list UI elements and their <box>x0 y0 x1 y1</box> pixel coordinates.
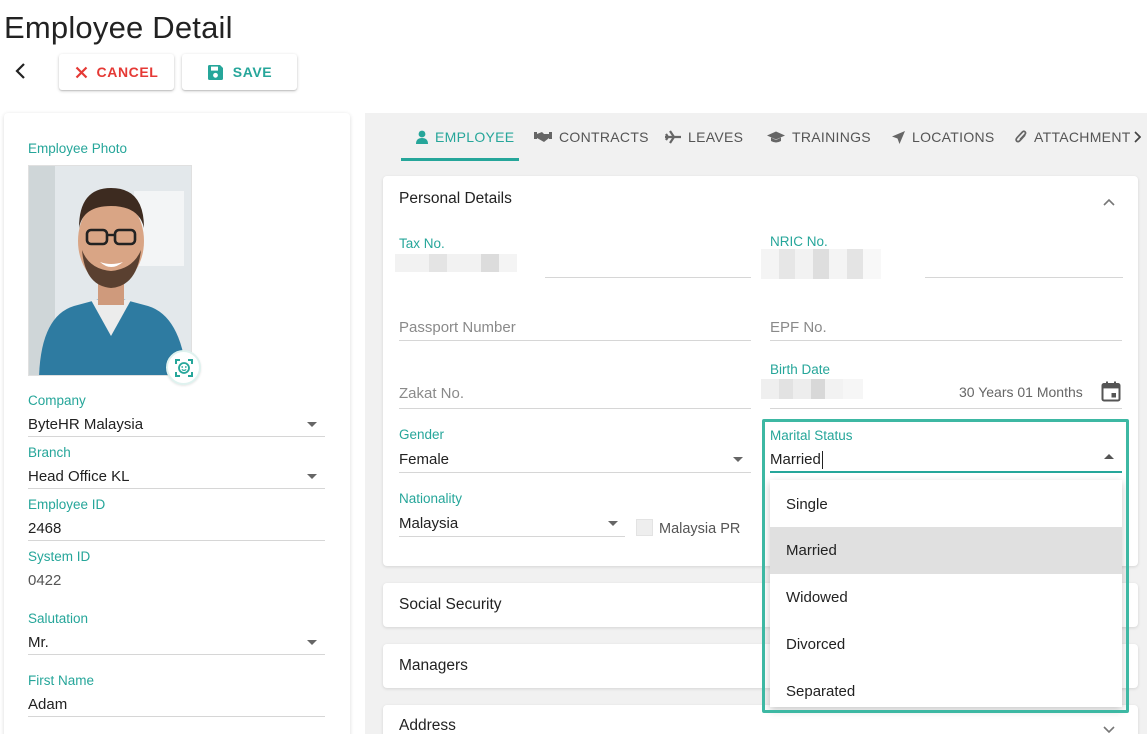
cancel-label: CANCEL <box>96 64 159 80</box>
personal-details-title: Personal Details <box>399 190 512 207</box>
passport-number-field[interactable]: Passport Number <box>399 319 516 336</box>
tab-leaves[interactable]: LEAVES <box>665 113 743 161</box>
company-label: Company <box>28 393 86 408</box>
gender-select[interactable]: Female <box>399 451 449 468</box>
managers-title: Managers <box>399 657 468 674</box>
nric-no-redacted <box>761 249 881 279</box>
tab-trainings[interactable]: TRAININGS <box>767 113 871 161</box>
age-display: 30 Years 01 Months <box>959 384 1083 400</box>
branch-select[interactable]: Head Office KL <box>28 468 129 485</box>
first-name-label: First Name <box>28 673 95 688</box>
location-arrow-icon <box>892 130 905 144</box>
nric-no-label: NRIC No. <box>770 234 828 249</box>
calendar-icon <box>1101 381 1121 402</box>
save-label: SAVE <box>232 64 273 80</box>
collapse-button[interactable] <box>1102 194 1116 212</box>
birth-date-label: Birth Date <box>770 362 831 377</box>
chevron-down-icon <box>307 422 317 427</box>
nationality-label: Nationality <box>399 491 463 506</box>
tax-no-redacted <box>395 254 517 272</box>
back-button[interactable] <box>8 58 34 84</box>
employee-id-label: Employee ID <box>28 497 106 512</box>
active-tab-indicator <box>401 158 519 161</box>
expand-button[interactable] <box>1102 722 1116 734</box>
person-icon <box>416 130 428 144</box>
employee-photo <box>28 165 192 376</box>
malaysia-pr-label: Malaysia PR <box>659 521 741 537</box>
paperclip-icon <box>1015 130 1027 144</box>
gender-label: Gender <box>399 427 445 442</box>
address-title: Address <box>399 717 456 734</box>
chevron-right-icon <box>1134 131 1141 143</box>
zakat-no-field[interactable]: Zakat No. <box>399 385 464 402</box>
branch-label: Branch <box>28 445 71 460</box>
tax-no-label: Tax No. <box>399 236 445 251</box>
marital-status-highlight <box>762 419 1129 713</box>
page-title: Employee Detail <box>4 10 233 45</box>
nationality-select[interactable]: Malaysia <box>399 515 458 532</box>
chevron-down-icon <box>608 521 618 526</box>
employee-photo-label: Employee Photo <box>28 141 128 156</box>
nric-no-field[interactable] <box>925 277 1123 278</box>
close-icon <box>75 66 88 79</box>
employee-summary-card: Employee Photo Company ByteHR Malaysia B… <box>4 113 350 734</box>
tab-contracts[interactable]: CONTRACTS <box>534 113 649 161</box>
tax-no-field[interactable] <box>545 277 751 278</box>
company-select[interactable]: ByteHR Malaysia <box>28 416 143 433</box>
tabs-scroll-right[interactable] <box>1133 113 1147 161</box>
face-scan-button[interactable] <box>166 350 201 385</box>
chevron-up-icon <box>1103 198 1115 206</box>
salutation-select[interactable]: Mr. <box>28 634 49 651</box>
epf-no-field[interactable]: EPF No. <box>770 319 827 336</box>
tab-employee[interactable]: EMPLOYEE <box>416 113 514 161</box>
chevron-down-icon <box>733 457 743 462</box>
handshake-icon <box>534 131 552 143</box>
tab-locations[interactable]: LOCATIONS <box>892 113 995 161</box>
malaysia-pr-checkbox[interactable] <box>636 519 653 536</box>
face-scan-icon <box>174 358 193 377</box>
first-name-field[interactable]: Adam <box>28 696 67 713</box>
chevron-down-icon <box>307 640 317 645</box>
employee-id-field[interactable]: 2468 <box>28 520 61 537</box>
graduation-cap-icon <box>767 131 785 144</box>
chevron-left-icon <box>15 63 25 79</box>
chevron-down-icon <box>1103 726 1115 734</box>
chevron-down-icon <box>307 474 317 479</box>
birth-date-redacted <box>761 379 863 399</box>
system-id-value: 0422 <box>28 572 62 589</box>
floppy-disk-icon <box>207 64 224 81</box>
tab-attachment[interactable]: ATTACHMENT <box>1015 113 1131 161</box>
cancel-button[interactable]: CANCEL <box>59 54 174 90</box>
calendar-button[interactable] <box>1101 381 1121 407</box>
system-id-label: System ID <box>28 549 91 564</box>
plane-icon <box>665 130 681 144</box>
tab-bar: EMPLOYEE CONTRACTS LEAVES TRAININGS LOCA… <box>365 113 1147 161</box>
save-button[interactable]: SAVE <box>182 54 297 90</box>
social-security-title: Social Security <box>399 596 502 613</box>
salutation-label: Salutation <box>28 611 89 626</box>
